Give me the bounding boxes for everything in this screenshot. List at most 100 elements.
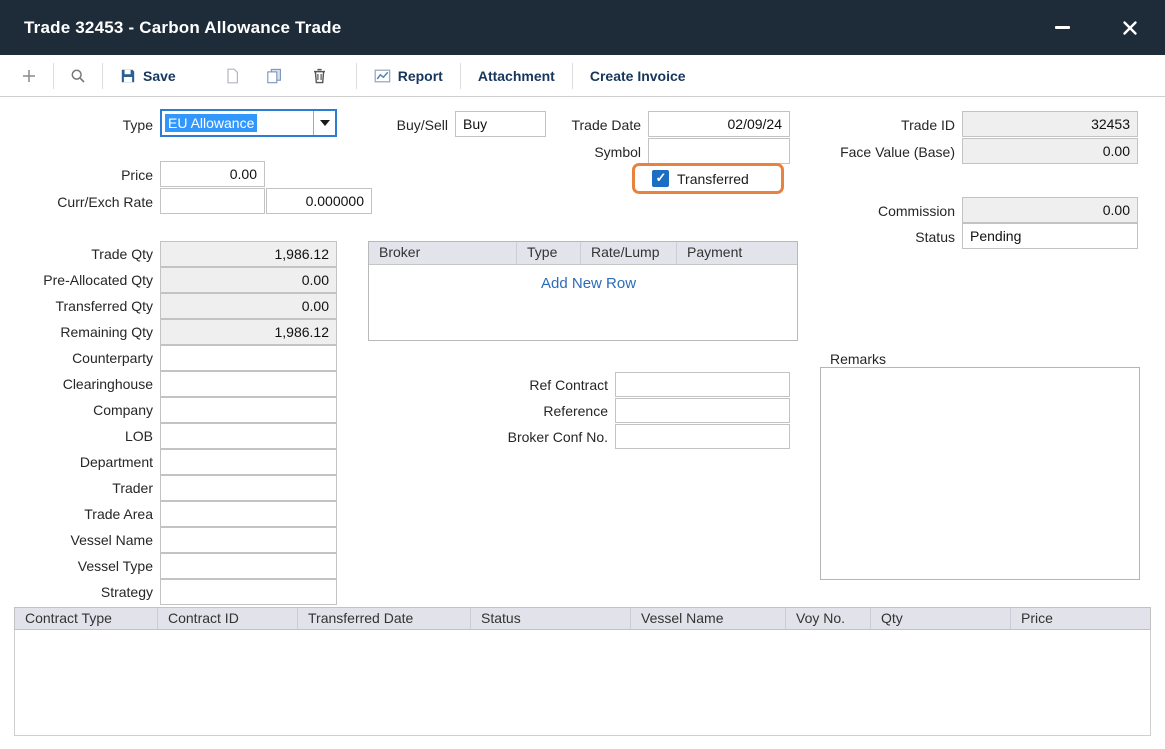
transferred-qty-field: 0.00 — [160, 293, 337, 319]
toolbar-separator — [572, 63, 573, 89]
attachment-label: Attachment — [478, 68, 555, 84]
trade-qty-field: 1,986.12 — [160, 241, 337, 267]
trade-window: Trade 32453 - Carbon Allowance Trade Sav… — [0, 0, 1165, 749]
toolbar-separator — [356, 63, 357, 89]
status-field[interactable]: Pending — [962, 223, 1138, 249]
contract-id-col-header: Contract ID — [158, 608, 298, 629]
broker-col-header: Broker — [369, 242, 517, 264]
face-value-field: 0.00 — [962, 138, 1138, 164]
trader-field[interactable] — [160, 475, 337, 501]
search-icon — [70, 68, 86, 84]
price-field[interactable]: 0.00 — [160, 161, 265, 187]
search-button[interactable] — [63, 63, 93, 89]
trade-form: Type EU Allowance Buy/Sell Buy Trade Dat… — [0, 97, 1165, 749]
pre-allocated-qty-field: 0.00 — [160, 267, 337, 293]
toolbar: Save Report Attachment Create Invoice — [0, 55, 1165, 97]
trade-area-field[interactable] — [160, 501, 337, 527]
transferred-date-col-header: Transferred Date — [298, 608, 471, 629]
remarks-label: Remarks — [830, 350, 930, 368]
counterparty-field[interactable] — [160, 345, 337, 371]
attachment-button[interactable]: Attachment — [470, 63, 563, 89]
add-button[interactable] — [14, 63, 44, 89]
save-button[interactable]: Save — [112, 63, 184, 89]
copy-button[interactable] — [259, 63, 289, 89]
vessel-type-field[interactable] — [160, 553, 337, 579]
type-label: Type — [0, 116, 153, 134]
transferred-highlight-ring: Transferred — [632, 163, 784, 194]
contracts-table: Contract Type Contract ID Transferred Da… — [14, 607, 1151, 736]
trade-date-label: Trade Date — [520, 116, 641, 134]
qty-col-header: Qty — [871, 608, 1011, 629]
delete-button[interactable] — [305, 63, 334, 89]
reference-label: Reference — [420, 402, 608, 420]
trade-id-field: 32453 — [962, 111, 1138, 137]
status-col-header: Status — [471, 608, 631, 629]
toolbar-separator — [460, 63, 461, 89]
add-new-row-link[interactable]: Add New Row — [369, 265, 636, 292]
contract-type-col-header: Contract Type — [15, 608, 158, 629]
broker-table: Broker Type Rate/Lump Payment Add New Ro… — [368, 241, 798, 341]
rate-lump-col-header: Rate/Lump — [581, 242, 677, 264]
type-col-header: Type — [517, 242, 581, 264]
symbol-field[interactable] — [648, 138, 790, 164]
status-label: Status — [800, 228, 955, 246]
clearinghouse-label: Clearinghouse — [0, 375, 153, 393]
trade-area-label: Trade Area — [0, 505, 153, 523]
reference-field[interactable] — [615, 398, 790, 423]
trade-id-label: Trade ID — [800, 116, 955, 134]
document-icon — [225, 68, 240, 84]
clearinghouse-field[interactable] — [160, 371, 337, 397]
save-icon — [120, 68, 136, 84]
title-bar: Trade 32453 - Carbon Allowance Trade — [0, 0, 1165, 55]
department-field[interactable] — [160, 449, 337, 475]
transferred-qty-label: Transferred Qty — [0, 297, 153, 315]
face-value-label: Face Value (Base) — [790, 143, 955, 161]
trade-qty-label: Trade Qty — [0, 245, 153, 263]
trader-label: Trader — [0, 479, 153, 497]
create-invoice-button[interactable]: Create Invoice — [582, 63, 694, 89]
exch-rate-field[interactable]: 0.000000 — [266, 188, 372, 214]
type-dropdown[interactable]: EU Allowance — [160, 109, 337, 137]
trade-date-field[interactable]: 02/09/24 — [648, 111, 790, 137]
curr-field[interactable] — [160, 188, 265, 214]
commission-field: 0.00 — [962, 197, 1138, 223]
payment-col-header: Payment — [677, 242, 797, 264]
broker-conf-no-field[interactable] — [615, 424, 790, 449]
ref-contract-field[interactable] — [615, 372, 790, 397]
toolbar-separator — [102, 63, 103, 89]
price-col-header: Price — [1011, 608, 1150, 629]
remaining-qty-field: 1,986.12 — [160, 319, 337, 345]
broker-conf-no-label: Broker Conf No. — [420, 428, 608, 446]
buy-sell-label: Buy/Sell — [330, 116, 448, 134]
window-title: Trade 32453 - Carbon Allowance Trade — [24, 18, 341, 38]
minimize-button[interactable] — [1051, 17, 1073, 39]
remaining-qty-label: Remaining Qty — [0, 323, 153, 341]
strategy-field[interactable] — [160, 579, 337, 605]
save-label: Save — [143, 68, 176, 84]
close-button[interactable] — [1119, 17, 1141, 39]
vessel-name-field[interactable] — [160, 527, 337, 553]
plus-icon — [21, 68, 37, 84]
remarks-textarea[interactable] — [820, 367, 1140, 580]
minimize-icon — [1055, 26, 1070, 29]
vessel-type-label: Vessel Type — [0, 557, 153, 575]
type-selected-value: EU Allowance — [165, 114, 257, 132]
voy-no-col-header: Voy No. — [786, 608, 871, 629]
counterparty-label: Counterparty — [0, 349, 153, 367]
strategy-label: Strategy — [0, 583, 153, 601]
transferred-checkbox[interactable] — [652, 170, 669, 187]
new-document-button[interactable] — [218, 63, 247, 89]
trash-icon — [312, 68, 327, 84]
contracts-table-body — [14, 630, 1151, 736]
lob-label: LOB — [0, 427, 153, 445]
report-button[interactable]: Report — [366, 63, 451, 89]
commission-label: Commission — [800, 202, 955, 220]
price-label: Price — [0, 166, 153, 184]
company-field[interactable] — [160, 397, 337, 423]
curr-exch-rate-label: Curr/Exch Rate — [0, 193, 153, 211]
department-label: Department — [0, 453, 153, 471]
report-label: Report — [398, 68, 443, 84]
contracts-table-header: Contract Type Contract ID Transferred Da… — [14, 607, 1151, 630]
lob-field[interactable] — [160, 423, 337, 449]
create-invoice-label: Create Invoice — [590, 68, 686, 84]
